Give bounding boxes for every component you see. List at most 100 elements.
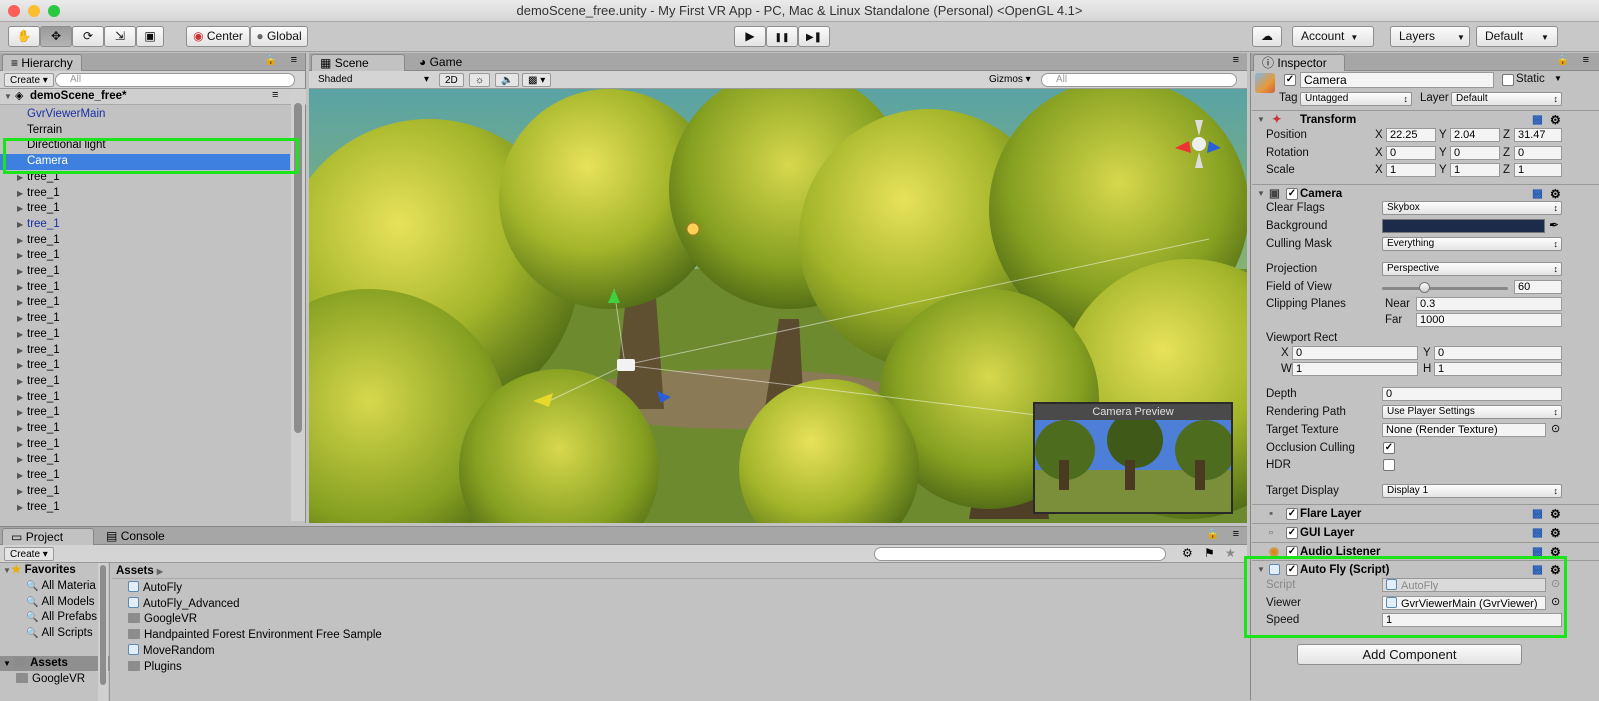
position-y-field[interactable]: 2.04	[1450, 128, 1500, 142]
project-file-item[interactable]: AutoFly_Advanced	[128, 596, 240, 612]
help-book-icon[interactable]: ▩	[1532, 524, 1543, 542]
static-dropdown-icon[interactable]: ▼	[1554, 74, 1562, 83]
scene-viewport[interactable]: Camera Preview	[309, 89, 1247, 523]
expand-triangle-icon[interactable]: ▶	[17, 201, 23, 217]
hierarchy-item[interactable]: ▶ tree_1	[0, 217, 290, 233]
move-tool-button[interactable]: ✥	[40, 26, 72, 47]
object-picker-icon[interactable]: ⊙	[1551, 422, 1560, 435]
rotation-z-field[interactable]: 0	[1514, 146, 1562, 160]
expand-triangle-icon[interactable]: ▼	[4, 92, 12, 101]
hierarchy-item[interactable]: ▶ tree_1	[0, 248, 290, 264]
viewport-h-field[interactable]: 1	[1434, 362, 1562, 376]
scale-tool-button[interactable]: ⇲	[104, 26, 136, 47]
gui-layer-header[interactable]: ▫ ✓ GUI Layer ▩ ⚙	[1252, 523, 1599, 541]
viewport-x-field[interactable]: 0	[1292, 346, 1418, 360]
hdr-checkbox[interactable]	[1383, 459, 1395, 471]
scene-header-row[interactable]: ▼ ◈ demoScene_free* ≡	[0, 89, 306, 105]
favorites-header[interactable]: ▼ ★ Favorites	[0, 563, 100, 578]
panel-menu-icon[interactable]: ≡	[1233, 54, 1239, 66]
2d-toggle-button[interactable]: 2D	[439, 73, 464, 87]
rendering-path-dropdown[interactable]: Use Player Settings	[1382, 405, 1562, 419]
collapse-triangle-icon[interactable]: ▼	[1257, 111, 1265, 129]
hierarchy-item[interactable]: GvrViewerMain	[0, 107, 290, 123]
hierarchy-item[interactable]: ▶ tree_1	[0, 421, 290, 437]
hierarchy-search-input[interactable]: All	[55, 73, 295, 87]
panel-menu-icon[interactable]: ≡	[1583, 54, 1589, 66]
expand-triangle-icon[interactable]: ▶	[17, 405, 23, 421]
expand-triangle-icon[interactable]: ▶	[17, 468, 23, 484]
expand-triangle-icon[interactable]: ▶	[17, 358, 23, 374]
assets-child-item[interactable]: GoogleVR	[16, 672, 85, 687]
tab-inspector[interactable]: ⓘ Inspector	[1253, 54, 1345, 71]
lock-icon[interactable]: 🔒	[265, 55, 277, 66]
hierarchy-item[interactable]: ▶ tree_1	[0, 405, 290, 421]
collapse-triangle-icon[interactable]: ▼	[1257, 185, 1265, 203]
favorite-item[interactable]: 🔍 All Materia	[26, 579, 96, 594]
project-search-input[interactable]	[874, 547, 1166, 561]
assets-root-item[interactable]: ▼ Assets	[0, 656, 110, 671]
expand-triangle-icon[interactable]: ▶	[17, 374, 23, 390]
layout-dropdown[interactable]: Default ▼	[1476, 26, 1558, 47]
expand-triangle-icon[interactable]: ▶	[17, 421, 23, 437]
hierarchy-item[interactable]: ▶ tree_1	[0, 468, 290, 484]
project-file-item[interactable]: Plugins	[128, 660, 182, 675]
expand-triangle-icon[interactable]: ▶	[17, 295, 23, 311]
project-file-item[interactable]: GoogleVR	[128, 612, 197, 627]
tag-dropdown[interactable]: Untagged	[1300, 92, 1412, 106]
zoom-window-button[interactable]	[48, 5, 60, 17]
scale-z-field[interactable]: 1	[1514, 163, 1562, 177]
lock-icon[interactable]: 🔒	[1557, 55, 1569, 66]
hierarchy-item[interactable]: ▶ tree_1	[0, 186, 290, 202]
target-display-dropdown[interactable]: Display 1	[1382, 484, 1562, 498]
near-field[interactable]: 0.3	[1416, 297, 1562, 311]
account-dropdown[interactable]: Account ▼	[1292, 26, 1374, 47]
project-breadcrumb[interactable]: Assets ▶	[112, 563, 1247, 579]
viewport-w-field[interactable]: 1	[1292, 362, 1418, 376]
tab-scene[interactable]: ▦ Scene	[311, 54, 405, 71]
scrollbar-thumb[interactable]	[100, 565, 106, 685]
hierarchy-item[interactable]: ▶ tree_1	[0, 264, 290, 280]
layers-dropdown[interactable]: Layers ▼	[1390, 26, 1470, 47]
lock-icon[interactable]: 🔒	[1207, 529, 1219, 540]
expand-triangle-icon[interactable]: ▶	[17, 452, 23, 468]
hierarchy-item[interactable]: ▶ tree_1	[0, 201, 290, 217]
hierarchy-item[interactable]: ▶ tree_1	[0, 358, 290, 374]
culling-mask-dropdown[interactable]: Everything	[1382, 237, 1562, 251]
rotate-tool-button[interactable]: ⟳	[72, 26, 104, 47]
eyedropper-icon[interactable]: ✒	[1549, 218, 1559, 232]
projection-dropdown[interactable]: Perspective	[1382, 262, 1562, 276]
minimize-window-button[interactable]	[28, 5, 40, 17]
hierarchy-item[interactable]: ▶ tree_1	[0, 311, 290, 327]
close-window-button[interactable]	[8, 5, 20, 17]
viewport-y-field[interactable]: 0	[1434, 346, 1562, 360]
clear-flags-dropdown[interactable]: Skybox	[1382, 201, 1562, 215]
help-book-icon[interactable]: ▩	[1532, 505, 1543, 523]
project-file-item[interactable]: Handpainted Forest Environment Free Samp…	[128, 628, 382, 643]
expand-triangle-icon[interactable]: ▶	[17, 311, 23, 327]
create-dropdown[interactable]: Create ▾	[4, 73, 54, 87]
expand-triangle-icon[interactable]: ▶	[17, 264, 23, 280]
fov-field[interactable]: 60	[1514, 280, 1562, 294]
favorite-item[interactable]: 🔍 All Models	[26, 595, 95, 610]
static-checkbox[interactable]	[1502, 74, 1514, 86]
occlusion-culling-checkbox[interactable]: ✓	[1383, 442, 1395, 454]
expand-triangle-icon[interactable]: ▶	[17, 327, 23, 343]
hierarchy-item[interactable]: ▶ tree_1	[0, 343, 290, 359]
hierarchy-item[interactable]: ▶ tree_1	[0, 233, 290, 249]
layer-dropdown[interactable]: Default	[1451, 92, 1562, 106]
collab-cloud-button[interactable]: ☁	[1252, 26, 1282, 47]
expand-triangle-icon[interactable]: ▶	[17, 343, 23, 359]
project-file-item[interactable]: AutoFly	[128, 581, 182, 596]
far-field[interactable]: 1000	[1416, 313, 1562, 327]
expand-triangle-icon[interactable]: ▶	[17, 500, 23, 516]
position-z-field[interactable]: 31.47	[1514, 128, 1562, 142]
rect-tool-button[interactable]: ▣	[136, 26, 164, 47]
lighting-toggle-button[interactable]: ☼	[469, 73, 491, 87]
camera-enabled-checkbox[interactable]: ✓	[1286, 188, 1298, 200]
transform-header[interactable]: ▼ ✦ Transform ▩ ⚙	[1252, 110, 1599, 128]
tab-hierarchy[interactable]: ≡ Hierarchy	[2, 54, 82, 71]
hierarchy-item[interactable]: ▶ tree_1	[0, 500, 290, 516]
position-x-field[interactable]: 22.25	[1386, 128, 1436, 142]
scale-x-field[interactable]: 1	[1386, 163, 1436, 177]
background-color-swatch[interactable]	[1382, 219, 1545, 233]
